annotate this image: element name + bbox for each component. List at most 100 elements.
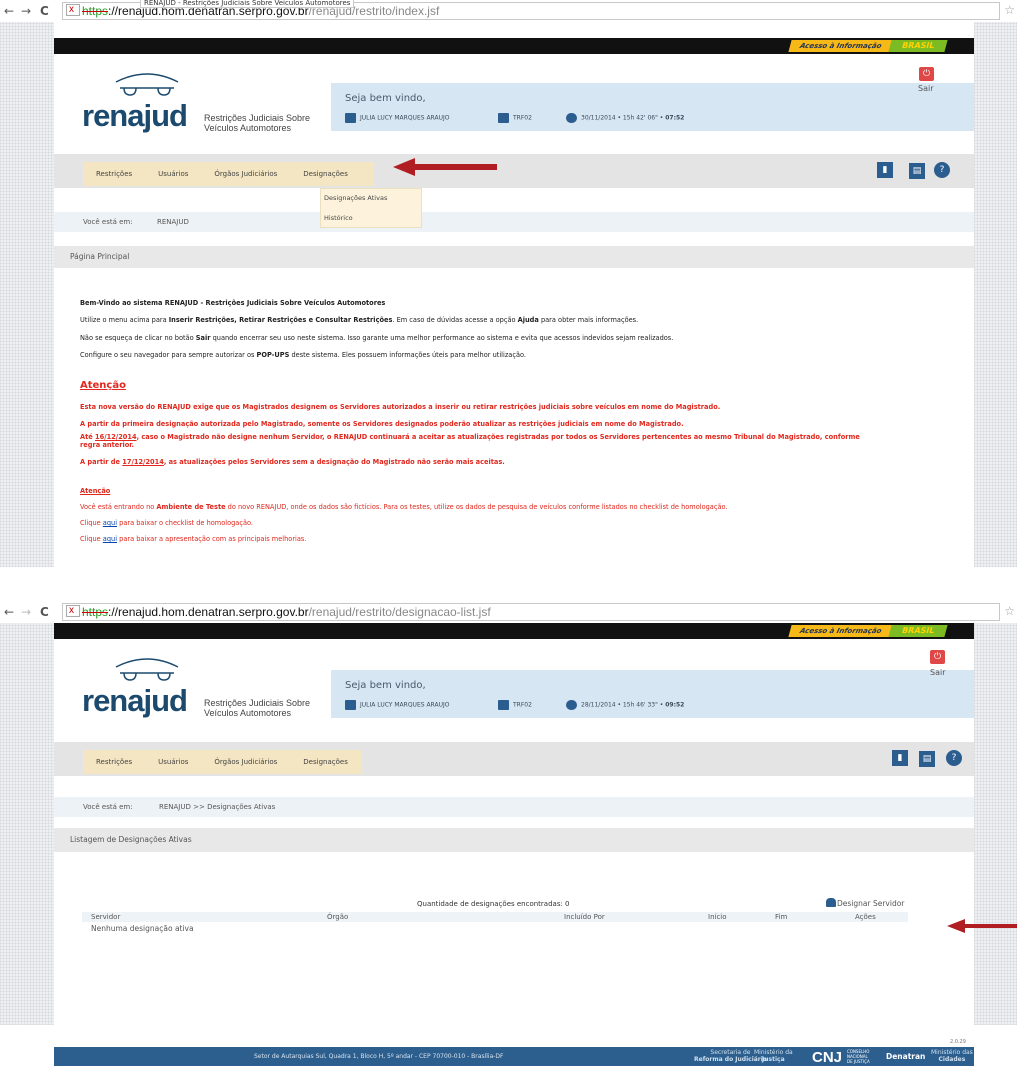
car-logo-icon: [115, 73, 179, 96]
col-inicio[interactable]: Início: [708, 912, 727, 922]
lock-warning-icon: x: [66, 4, 80, 16]
page-screen1: Acesso à Informação BRASIL renajud Restr…: [54, 22, 974, 567]
intro-paragraph-3: Configure o seu navegador para sempre au…: [80, 351, 527, 359]
back-button[interactable]: ←: [4, 4, 14, 18]
main-menu-bar: Restrições Usuários Órgãos Judiciários D…: [54, 154, 974, 188]
logo-subtitle-2: Veículos Automotores: [204, 123, 292, 133]
user-status: JULIA LUCY MARQUES ARAUJO: [345, 113, 449, 123]
datetime: 30/11/2014 • 15h 42' 06" •: [581, 114, 666, 122]
arrow-table-annotation: [947, 919, 1017, 933]
menu-restricoes-2[interactable]: Restrições: [83, 750, 145, 774]
page-title-text-2: Listagem de Designações Ativas: [70, 835, 192, 844]
col-servidor[interactable]: Servidor: [91, 912, 120, 922]
logo-subtitle-1: Restrições Judiciais Sobre: [204, 113, 311, 123]
ministerio-cidades-logo: Ministério das Cidades: [931, 1049, 973, 1063]
print-icon[interactable]: ▤: [909, 163, 925, 179]
presentation-link[interactable]: aqui: [103, 535, 117, 543]
renajud-logo: renajud: [82, 98, 188, 133]
empty-row: Nenhuma designação ativa: [91, 924, 194, 933]
menu-orgaos-2[interactable]: Órgãos Judiciários: [201, 750, 290, 774]
org-code: TRF02: [513, 114, 532, 122]
user-status-2: JULIA LUCY MARQUES ARAUJO: [345, 700, 449, 710]
user-name-2: JULIA LUCY MARQUES ARAUJO: [360, 701, 450, 709]
clock-icon: [566, 700, 577, 710]
print-icon-2[interactable]: ▤: [919, 751, 935, 767]
acesso-informacao-link[interactable]: Acesso à Informação: [788, 40, 894, 52]
sair-button-2[interactable]: Sair: [930, 668, 946, 677]
building-icon: [498, 700, 509, 710]
alert-line-1: Esta nova versão do RENAJUD exige que os…: [80, 403, 721, 411]
user-icon: [345, 113, 356, 123]
ministerio-justica-logo: Ministério da Justiça: [754, 1049, 793, 1063]
gov-bar: Acesso à Informação BRASIL: [54, 38, 974, 54]
page-screen2: Acesso à Informação BRASIL renajud Restr…: [54, 623, 974, 1025]
car-logo-icon: [115, 658, 179, 681]
brasil-link-2[interactable]: BRASIL: [888, 625, 948, 637]
dropdown-historico[interactable]: Histórico: [321, 209, 421, 227]
welcome-text-2: Seja bem vindo,: [345, 680, 426, 691]
url-scheme: https: [82, 4, 109, 18]
forward-button[interactable]: →: [21, 4, 31, 18]
dropdown-designacoes-ativas[interactable]: Designações Ativas: [321, 189, 421, 207]
alert-line-3: Até 16/12/2014, caso o Magistrado não de…: [80, 433, 860, 441]
col-fim[interactable]: Fim: [775, 912, 787, 922]
tab-title[interactable]: RENAJUD - Restrições Judiciais Sobre Veí…: [140, 0, 355, 8]
reload-button-2[interactable]: C: [40, 605, 49, 619]
menu-usuarios[interactable]: Usuários: [145, 162, 201, 186]
menu-orgaos[interactable]: Órgãos Judiciários: [201, 162, 290, 186]
test-env-line: Você está entrando no Ambiente de Teste …: [80, 503, 728, 511]
bookmark-star-icon[interactable]: ☆: [1004, 3, 1015, 17]
page-title: Página Principal: [54, 246, 974, 268]
main-menu-2: Restrições Usuários Órgãos Judiciários D…: [83, 750, 361, 774]
sair-button[interactable]: Sair: [918, 84, 934, 93]
org-status: TRF02: [498, 113, 532, 123]
user-name: JULIA LUCY MARQUES ARAUJO: [360, 114, 450, 122]
designar-servidor-button[interactable]: Designar Servidor: [826, 898, 904, 908]
col-orgao[interactable]: Órgão: [327, 912, 348, 922]
url-path-2: /renajud/restrito/designacao-list.jsf: [308, 605, 491, 619]
alert-line-2: A partir da primeira designação autoriza…: [80, 420, 684, 428]
acesso-informacao-link-2[interactable]: Acesso à Informação: [788, 625, 894, 637]
version-label: 2.0.29: [950, 1039, 966, 1045]
breadcrumb-2: Você está em: RENAJUD >> Designações Ati…: [54, 797, 974, 817]
help-icon[interactable]: ?: [934, 162, 950, 178]
result-count: Quantidade de designações encontradas: 0: [417, 900, 570, 908]
col-incluido-por[interactable]: Incluído Por: [564, 912, 605, 922]
checklist-link[interactable]: aqui: [103, 519, 117, 527]
power-icon[interactable]: ⏻: [930, 650, 945, 664]
atencao-heading: Atenção: [80, 380, 126, 391]
intro-paragraph-2: Não se esqueça de clicar no botão Sair q…: [80, 334, 674, 342]
alert-line-3b: regra anterior.: [80, 441, 135, 449]
denatran-logo: Denatran: [886, 1052, 926, 1061]
welcome-heading: Bem-Vindo ao sistema RENAJUD - Restriçõe…: [80, 299, 386, 307]
left-gutter: [0, 22, 54, 567]
designacoes-table: Servidor Órgão Incluído Por Início Fim A…: [82, 912, 908, 942]
lock-warning-icon: x: [66, 605, 80, 617]
help-icon-2[interactable]: ?: [946, 750, 962, 766]
breadcrumb-path[interactable]: RENAJUD: [157, 212, 189, 232]
breadcrumb-label: Você está em:: [83, 218, 133, 226]
forward-button-2[interactable]: →: [21, 605, 31, 619]
menu-restricoes[interactable]: Restrições: [83, 162, 145, 186]
right-gutter-2: [974, 623, 1017, 1025]
breadcrumb-label-2: Você está em:: [83, 803, 133, 811]
right-gutter: [974, 22, 1017, 567]
browser-toolbar-1: ← → C x https://renajud.hom.denatran.serp…: [0, 0, 1017, 22]
bookmark-icon[interactable]: ▮: [877, 162, 893, 178]
bookmark-star-icon-2[interactable]: ☆: [1004, 604, 1015, 618]
menu-designacoes-2[interactable]: Designações: [290, 750, 361, 774]
brasil-link[interactable]: BRASIL: [888, 40, 948, 52]
gov-bar-2: Acesso à Informação BRASIL: [54, 623, 974, 639]
address-bar-2[interactable]: x https://renajud.hom.denatran.serpro.gov…: [62, 603, 1000, 621]
url-host-2: ://renajud.hom.denatran.serpro.gov.br: [108, 605, 309, 619]
breadcrumb-path-2[interactable]: RENAJUD >> Designações Ativas: [159, 797, 275, 817]
power-icon[interactable]: ⏻: [919, 67, 934, 81]
bookmark-icon-2[interactable]: ▮: [892, 750, 908, 766]
reload-button[interactable]: C: [40, 4, 49, 18]
menu-designacoes[interactable]: Designações: [290, 162, 374, 186]
col-acoes[interactable]: Ações: [855, 912, 876, 922]
user-icon: [345, 700, 356, 710]
back-button-2[interactable]: ←: [4, 605, 14, 619]
menu-usuarios-2[interactable]: Usuários: [145, 750, 201, 774]
renajud-logo-2: renajud: [82, 683, 188, 718]
